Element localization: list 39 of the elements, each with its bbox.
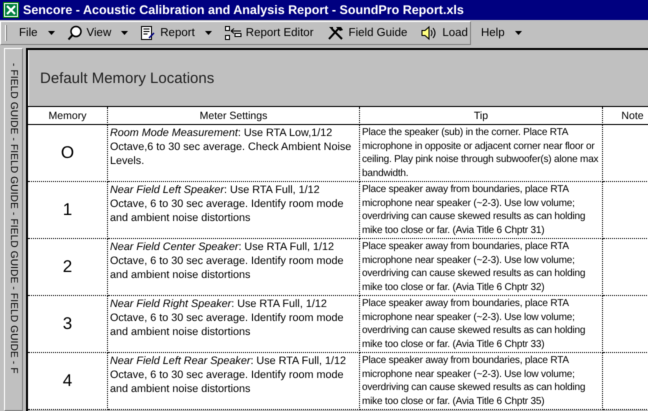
tip-cell: Place speaker away from boundaries, place RTA microphone near speaker (~2-3). Use low volume; overdriving can cause skewed results as can holding mike too close or far. (Avia Title 6 Chptr 33) — [360, 296, 603, 353]
tip-cell: Place speaker away from boundaries, place RTA microphone near speaker (~2-3). Use low volume; overdriving can cause skewed results as can holding mike too close or far. (Avia Title 6 Chptr 35) — [360, 353, 603, 410]
column-header: Note — [603, 107, 648, 125]
caret-icon — [204, 31, 212, 35]
menu-button[interactable]: File — [15, 23, 57, 43]
side-tab[interactable]: - FIELD GUIDE - FIELD GUIDE - FIELD GUIDE - FIELD GUIDE - F — [4, 48, 23, 411]
search-icon — [66, 25, 83, 41]
memory-cell: O — [28, 125, 108, 182]
memory-cell: 3 — [28, 296, 108, 353]
settings-cell: Near Field Left Speaker: Use RTA Full, 1/12 Octave, 6 to 30 sec average. Identify room mode and ambient noise distortions — [108, 182, 360, 239]
settings-cell: Near Field Center Speaker: Use RTA Full, 1/12 Octave, 6 to 30 sec average. Identify room mode and ambient noise distortions — [108, 239, 360, 296]
memory-cell: 1 — [28, 182, 108, 239]
editor-icon — [224, 25, 242, 41]
document-icon — [140, 25, 156, 41]
tools-icon — [326, 25, 345, 41]
settings-cell: Near Field Left Rear Speaker: Use RTA Full, 1/12 Octave, 6 to 30 sec average. Identify room mode and ambient noise distortions — [108, 353, 360, 410]
caret-icon — [48, 31, 55, 35]
app-icon — [3, 2, 19, 18]
settings-cell: Room Mode Measurement: Use RTA Low,1/12 Octave,6 to 30 sec average. Check Ambient Noise Levels. — [108, 125, 360, 182]
tip-cell: Place the speaker (sub) in the corner. Place RTA microphone in opposite or adjacent corner near floor or ceiling. Play pink noise through subwoofer(s) alone max bandwidth. — [360, 125, 603, 182]
toolbar-button[interactable]: Field Guide — [322, 23, 412, 43]
menu-button[interactable]: Help — [476, 23, 524, 43]
toolbar-button[interactable]: Report Editor — [220, 23, 319, 43]
settings-cell: Near Field Right Speaker: Use RTA Full, 1/12 Octave, 6 to 30 sec average. Identify room mode and ambient noise distortions — [108, 296, 360, 353]
memory-cell: 4 — [28, 353, 108, 410]
tip-cell: Place speaker away from boundaries, place RTA microphone near speaker (~2-3). Use low volume; overdriving can cause skewed results as can holding mike too close or far. (Avia Title 6 Chptr 31) — [360, 182, 603, 239]
speaker-icon — [420, 25, 438, 41]
caret-icon — [514, 31, 522, 35]
column-header: Tip — [360, 107, 603, 125]
window-title: Sencore - Acoustic Calibration and Analysis Report - SoundPro Report.xls — [23, 3, 464, 17]
caret-icon — [121, 31, 128, 35]
menu-button[interactable]: Report — [136, 23, 214, 43]
tip-cell: Place speaker away from boundaries, place RTA microphone near speaker (~2-3). Use low volume; overdriving can cause skewed results as can holding mike too close or far. (Avia Title 6 Chptr 32) — [360, 239, 603, 296]
toolbar-button[interactable]: Load — [416, 23, 473, 43]
sheet-heading: Default Memory Locations — [40, 70, 214, 86]
column-header: Memory — [28, 107, 108, 125]
menu-button[interactable]: View — [62, 23, 130, 43]
column-header: Meter Settings — [108, 107, 360, 125]
memory-cell: 2 — [28, 239, 108, 296]
